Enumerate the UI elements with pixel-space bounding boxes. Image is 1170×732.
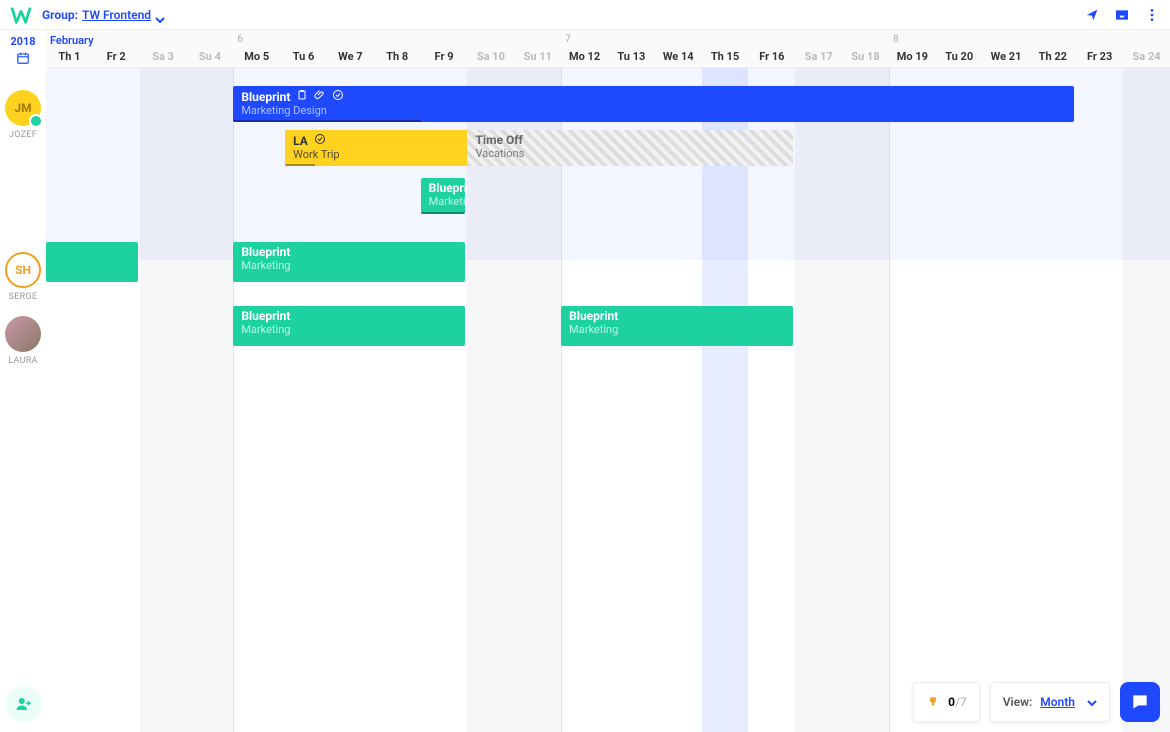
progress-bar (421, 212, 466, 214)
task-bar[interactable]: LAWork Trip (285, 130, 470, 166)
day-label[interactable]: Su 4 (186, 50, 233, 63)
person-laura[interactable]: LAURA (0, 316, 46, 366)
view-chip[interactable]: View: Month (990, 682, 1110, 722)
day-label[interactable]: Mo 19 (889, 50, 936, 63)
task-title: LA (293, 133, 462, 148)
year-cell[interactable]: 2018 (0, 30, 46, 68)
group-label: Group: (42, 8, 78, 22)
day-label[interactable]: We 7 (327, 50, 374, 63)
task-subtitle: Marketing (241, 323, 457, 336)
person-jozef[interactable]: JM JOZEF (0, 90, 46, 140)
week-number: 8 (893, 34, 899, 45)
day-label[interactable]: Fr 23 (1076, 50, 1123, 63)
view-label: View: (1003, 695, 1033, 709)
day-label[interactable]: Th 15 (702, 50, 749, 63)
task-subtitle: Marketing (429, 195, 458, 208)
topbar-actions (1084, 7, 1160, 23)
timeline-area[interactable]: February Th 1Fr 2Sa 3Su 4Mo 56Tu 6We 7Th… (46, 30, 1170, 732)
day-label[interactable]: Mo 5 (233, 50, 280, 63)
score-chip[interactable]: 0/7 (913, 682, 980, 722)
attach-icon (314, 89, 326, 104)
day-label[interactable]: Mo 12 (561, 50, 608, 63)
avatar[interactable] (5, 316, 41, 352)
day-label[interactable]: Sa 24 (1123, 50, 1170, 63)
task-bar[interactable]: BlueprintMarketing (233, 242, 465, 282)
day-label[interactable]: Fr 2 (93, 50, 140, 63)
score-total: /7 (955, 695, 967, 709)
bottom-bar: 0/7 View: Month (913, 682, 1160, 722)
month-label: February (50, 34, 94, 47)
day-label[interactable]: Sa 3 (140, 50, 187, 63)
week-number: 7 (565, 34, 571, 45)
week-number: 6 (237, 34, 243, 45)
task-bar[interactable]: BlueprintMarketing (233, 306, 465, 346)
day-label[interactable]: Th 22 (1029, 50, 1076, 63)
person-serge[interactable]: SH SERGE (0, 252, 46, 302)
day-label[interactable]: Tu 20 (936, 50, 983, 63)
app-logo (10, 4, 32, 26)
check-icon (332, 89, 344, 104)
year-text: 2018 (10, 35, 35, 48)
add-person-button[interactable] (6, 686, 42, 722)
task-subtitle: Marketing (241, 259, 457, 272)
task-subtitle: Marketing (569, 323, 785, 336)
schedule-grid: 2018 JMJOZEFSHSERGELAURA February Th 1Fr… (0, 30, 1170, 732)
task-subtitle: Marketing Design (241, 104, 1066, 117)
today-highlight (702, 68, 749, 732)
task-subtitle: Work Trip (293, 148, 462, 161)
chevron-down-icon (1087, 697, 1097, 707)
chevron-down-icon[interactable] (155, 10, 165, 20)
day-label[interactable]: Sa 17 (795, 50, 842, 63)
status-badge-icon (29, 114, 43, 128)
day-label[interactable]: Fr 16 (748, 50, 795, 63)
task-bar[interactable]: BlueprintMarketing (561, 306, 793, 346)
task-bar[interactable] (46, 242, 138, 282)
day-label[interactable]: Sa 10 (467, 50, 514, 63)
share-icon[interactable] (1084, 7, 1100, 23)
task-title: Blueprint (241, 89, 1066, 104)
day-label[interactable]: Th 8 (374, 50, 421, 63)
task-bar[interactable]: BlueprintMarketing (421, 178, 466, 214)
avatar[interactable]: SH (5, 252, 41, 288)
day-label[interactable]: Th 1 (46, 50, 93, 63)
task-bar[interactable]: BlueprintMarketing Design (233, 86, 1074, 122)
task-title: Time Off (475, 133, 785, 147)
clipboard-icon (296, 89, 308, 104)
day-label[interactable]: Su 18 (842, 50, 889, 63)
day-label[interactable]: Fr 9 (421, 50, 468, 63)
progress-bar (233, 120, 420, 122)
left-column: 2018 JM JOZEF SH SERGE LAURA (0, 30, 46, 732)
person-name: SERGE (9, 292, 38, 302)
check-icon (314, 133, 326, 148)
trophy-icon (926, 695, 940, 709)
task-title: Blueprint (569, 309, 785, 323)
person-name: JOZEF (9, 130, 37, 140)
person-name: LAURA (8, 356, 37, 366)
task-bar[interactable]: Time OffVacations (467, 130, 793, 166)
topbar: Group: TW Frontend (0, 0, 1170, 30)
day-label[interactable]: Tu 6 (280, 50, 327, 63)
group-selector[interactable]: TW Frontend (82, 8, 151, 22)
task-title: Blueprint (241, 245, 457, 259)
progress-bar (285, 164, 315, 166)
calendar-icon (16, 50, 30, 64)
task-title: Blueprint (241, 309, 457, 323)
day-label[interactable]: We 14 (655, 50, 702, 63)
day-label[interactable]: Tu 13 (608, 50, 655, 63)
avatar[interactable]: JM (5, 90, 41, 126)
day-label[interactable]: Su 11 (514, 50, 561, 63)
task-title: Blueprint (429, 181, 458, 195)
chat-button[interactable] (1120, 682, 1160, 722)
task-subtitle: Vacations (475, 147, 785, 160)
timeline-header: February Th 1Fr 2Sa 3Su 4Mo 56Tu 6We 7Th… (46, 30, 1170, 68)
more-icon[interactable] (1144, 7, 1160, 23)
day-label[interactable]: We 21 (983, 50, 1030, 63)
inbox-icon[interactable] (1114, 7, 1130, 23)
view-value: Month (1040, 695, 1075, 709)
